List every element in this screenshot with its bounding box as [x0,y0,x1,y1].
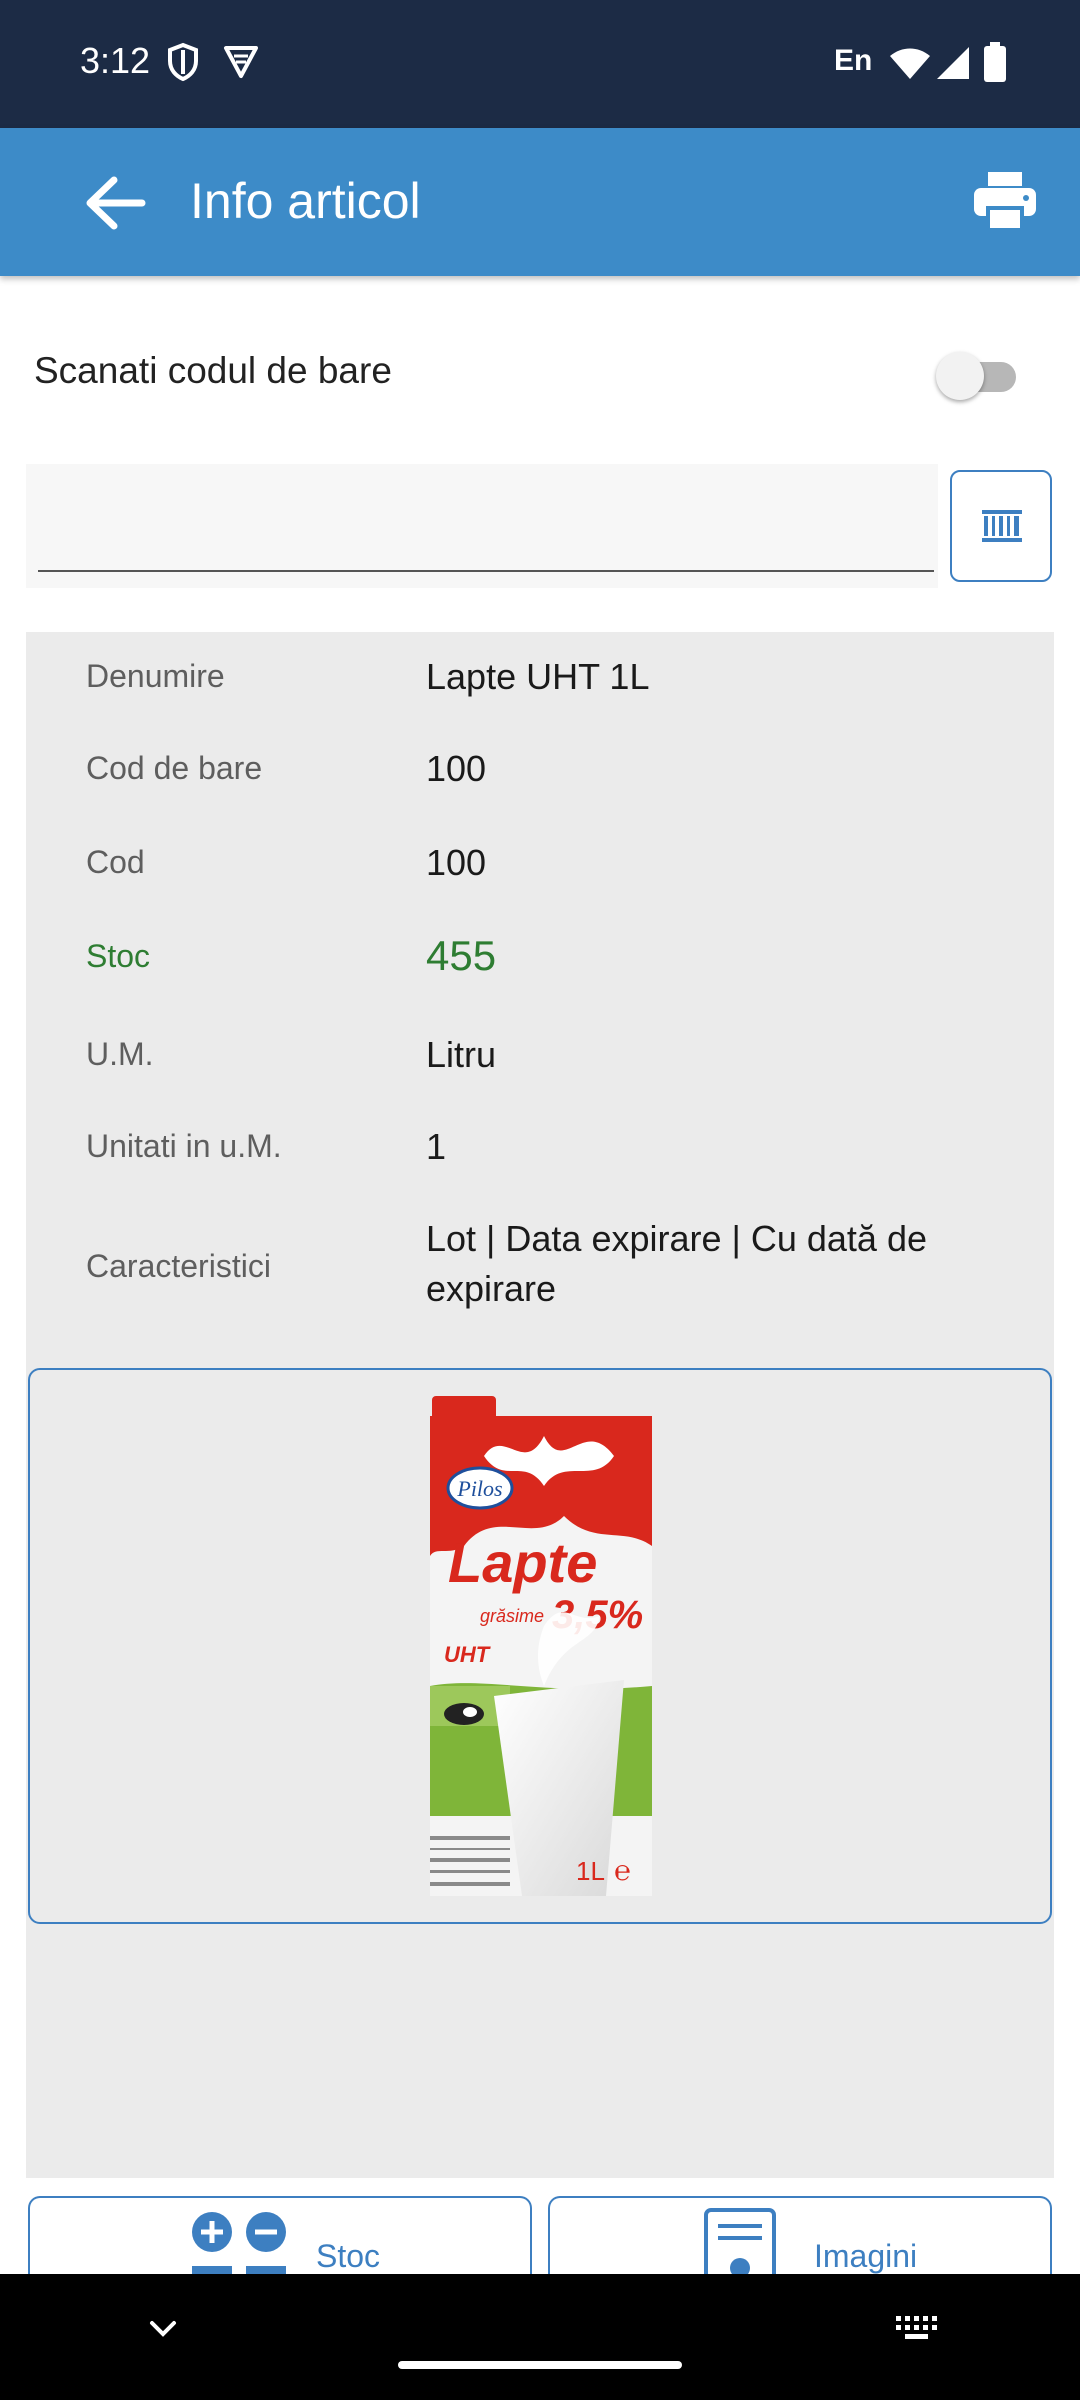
battery-icon [984,42,1006,82]
product-image-card[interactable]: Pilos Lapte grăsime 3,5% UHT 1L ℮ [28,1368,1052,1924]
scan-barcode-button[interactable] [950,470,1052,582]
images-button[interactable]: Imagini [548,2196,1052,2276]
unit-value: Litru [426,1034,497,1075]
keyboard-icon[interactable] [894,2314,940,2342]
svg-text:℮: ℮ [614,1856,631,1887]
print-icon[interactable] [972,168,1038,234]
home-gesture-pill[interactable] [398,2361,682,2369]
product-volume-text: 1L [576,1856,605,1886]
barcode-field [26,464,938,588]
units-per-measure-label: Unitati in u.M. [86,1128,282,1164]
status-bar: 3:12 En [0,0,1080,128]
arrow-back-icon[interactable] [80,168,150,238]
barcode-label: Cod de bare [86,750,263,786]
barcode-value: 100 [426,748,487,789]
code-label: Cod [86,844,145,880]
code-value: 100 [426,842,487,883]
characteristics-value-line1: Lot | Data expirare | Cu dată de [426,1218,927,1259]
units-per-measure-value: 1 [426,1126,447,1167]
images-button-label: Imagini [814,2238,918,2274]
scan-barcode-toggle[interactable] [936,352,1020,400]
stock-plus-minus-icon [192,2212,286,2274]
name-label: Denumire [86,658,225,694]
chevron-down-icon[interactable] [146,2316,180,2342]
wifi-icon [890,48,930,79]
product-name-text: Lapte [448,1531,597,1594]
status-time: 3:12 [80,40,151,81]
product-brand-text: Pilos [456,1476,502,1501]
stock-button-label: Stoc [316,2238,381,2274]
barcode-input[interactable] [38,484,934,572]
page-title: Info articol [190,173,421,229]
shield-icon [168,42,198,82]
product-image: Pilos Lapte grăsime 3,5% UHT 1L ℮ [430,1396,652,1896]
barcode-icon [982,510,1022,542]
stock-button[interactable]: Stoc [28,2196,532,2276]
scan-barcode-label: Scanati codul de bare [34,350,392,391]
characteristics-value-line2: expirare [426,1268,557,1309]
system-nav-bar [0,2274,1080,2400]
stock-label: Stoc [86,938,151,974]
app-bar: Info articol [0,128,1080,276]
signal-icon [937,47,969,79]
vpn-icon [224,46,258,78]
unit-label: U.M. [86,1036,154,1072]
characteristics-label: Caracteristici [86,1248,271,1284]
language-indicator: En [834,44,873,77]
name-value: Lapte UHT 1L [426,656,650,697]
product-fat-label: grăsime [480,1606,544,1626]
product-type-text: UHT [444,1642,491,1667]
document-icon [704,2208,776,2276]
stock-value: 455 [426,932,497,979]
